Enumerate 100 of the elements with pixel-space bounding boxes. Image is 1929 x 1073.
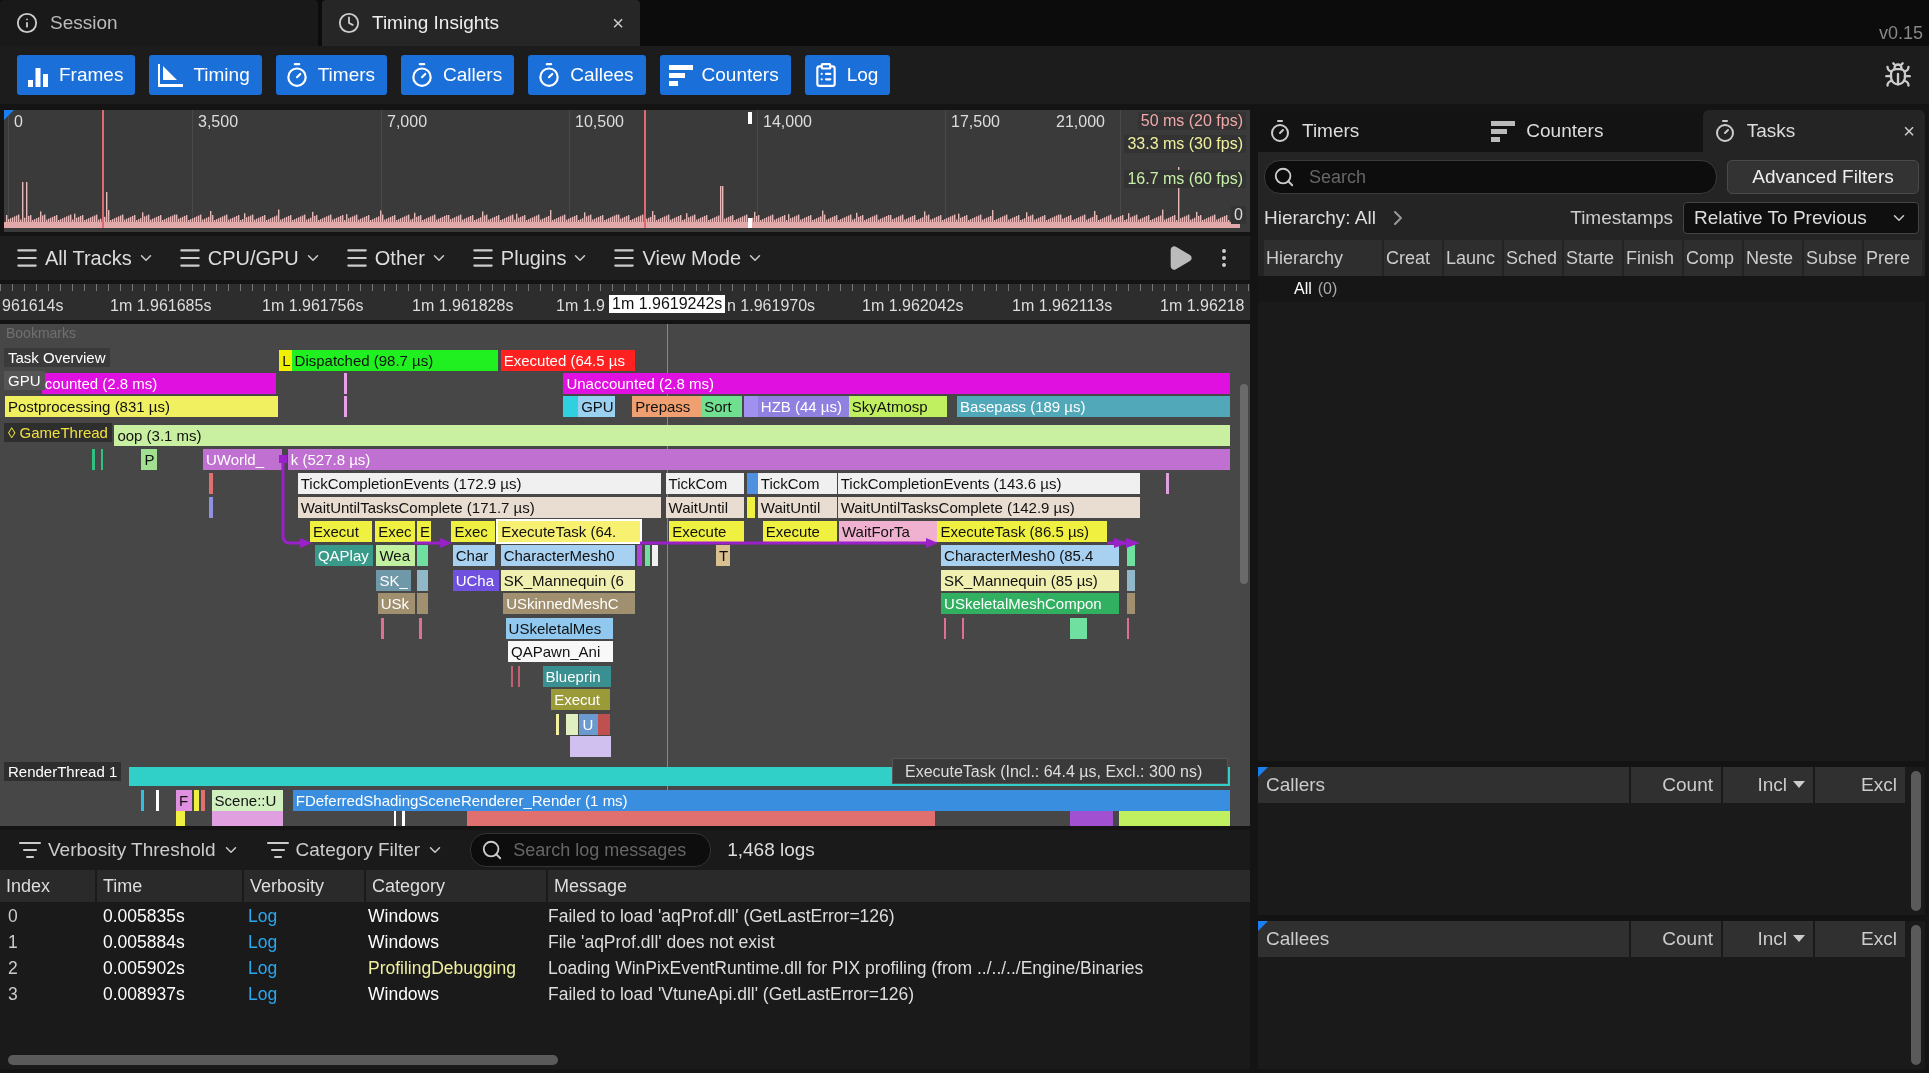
event-bar[interactable] bbox=[1070, 617, 1088, 639]
document-tab[interactable]: Timing Insights × bbox=[322, 0, 640, 46]
advanced-filters-button[interactable]: Advanced Filters bbox=[1727, 160, 1919, 194]
timeline-event[interactable]: Blueprin bbox=[542, 665, 612, 687]
timeline-event[interactable]: Execute bbox=[669, 520, 745, 542]
timeline-event[interactable]: Scene::U bbox=[211, 790, 283, 812]
event-bar[interactable] bbox=[563, 396, 579, 418]
event-bar[interactable] bbox=[652, 545, 659, 567]
event-bar[interactable] bbox=[1126, 569, 1136, 591]
timeline-event[interactable]: Wea bbox=[376, 545, 415, 567]
timeline-event[interactable]: SK_Mannequin (85 µs) bbox=[941, 569, 1120, 591]
timeline-event[interactable]: CharacterMesh0 (85.4 bbox=[941, 545, 1120, 567]
event-bar[interactable] bbox=[417, 545, 429, 567]
column-header[interactable]: Prere bbox=[1864, 240, 1922, 276]
timeline-event[interactable]: UCha bbox=[452, 569, 500, 591]
event-bar[interactable] bbox=[156, 790, 159, 812]
column-header[interactable]: Verbosity bbox=[244, 870, 364, 902]
column-header[interactable]: Index bbox=[0, 870, 95, 902]
event-bar[interactable] bbox=[393, 811, 397, 826]
column-header[interactable]: Launc bbox=[1444, 240, 1502, 276]
search-field[interactable]: Search log messages bbox=[470, 833, 712, 867]
track-label[interactable]: Task Overview bbox=[4, 348, 110, 367]
timeline-event[interactable]: Executed (64.5 µs bbox=[500, 349, 635, 371]
timeline-event[interactable]: ExecuteTask (86.5 µs) bbox=[937, 520, 1108, 542]
timeline-event[interactable]: CharacterMesh0 bbox=[500, 545, 635, 567]
search-input[interactable]: Search log messages bbox=[511, 838, 701, 862]
menu-button[interactable]: All Tracks bbox=[14, 245, 155, 271]
timeline-event[interactable]: Exec bbox=[375, 520, 415, 542]
hierarchy-label[interactable]: Hierarchy: All bbox=[1264, 207, 1376, 229]
toolbar-button[interactable]: Callees bbox=[528, 55, 646, 95]
scrollbar[interactable] bbox=[1911, 771, 1921, 911]
column-header[interactable]: Neste bbox=[1744, 240, 1802, 276]
event-bar[interactable] bbox=[141, 790, 144, 812]
event-bar[interactable] bbox=[344, 396, 347, 418]
timeline-event[interactable]: GPU bbox=[578, 396, 616, 418]
column-header[interactable]: Excl bbox=[1815, 921, 1905, 957]
event-bar[interactable] bbox=[565, 713, 579, 735]
timeline-event[interactable]: TickCom bbox=[665, 472, 745, 494]
column-header[interactable]: Category bbox=[366, 870, 546, 902]
column-header[interactable]: Message bbox=[548, 870, 1250, 902]
timeline-event[interactable]: Execut bbox=[310, 520, 372, 542]
event-bar[interactable] bbox=[569, 736, 612, 757]
timeline-event[interactable]: P bbox=[141, 449, 158, 471]
timeline-event[interactable]: E bbox=[417, 520, 431, 542]
toolbar-button[interactable]: Frames bbox=[17, 55, 136, 95]
column-header[interactable]: Creat bbox=[1384, 240, 1442, 276]
timeline-event[interactable]: TickCompletionEvents (172.9 µs) bbox=[297, 472, 661, 494]
column-header[interactable]: Comp bbox=[1684, 240, 1742, 276]
timeline-event[interactable]: TickCompletionEvents (143.6 µs) bbox=[837, 472, 1141, 494]
event-bar[interactable] bbox=[175, 811, 185, 826]
toolbar-button[interactable]: Log bbox=[804, 55, 891, 95]
toolbar-button[interactable]: Timers bbox=[275, 55, 388, 95]
timeline-event[interactable]: WaitUntilTasksComplete (171.7 µs) bbox=[297, 497, 661, 519]
timeline-event[interactable]: ExecuteTask (64. bbox=[498, 520, 640, 542]
timeline-event[interactable]: QAPawn_Ani bbox=[508, 641, 613, 663]
filter-button[interactable]: Category Filter bbox=[265, 838, 445, 862]
timeline-event[interactable]: L bbox=[279, 349, 292, 371]
timeline-event[interactable]: counted (2.8 ms) bbox=[41, 373, 276, 394]
event-bar[interactable] bbox=[644, 545, 650, 567]
column-header[interactable]: Subse bbox=[1804, 240, 1862, 276]
panel-tab[interactable]: Tasks × bbox=[1702, 110, 1925, 152]
toolbar-button[interactable]: Callers bbox=[401, 55, 515, 95]
event-bar[interactable] bbox=[1166, 472, 1169, 494]
timestamps-dropdown[interactable]: Relative To Previous bbox=[1683, 202, 1919, 234]
timeline-event[interactable]: Sort bbox=[701, 396, 742, 418]
document-tab[interactable]: Session bbox=[0, 0, 318, 46]
column-header[interactable]: Callers bbox=[1258, 767, 1629, 803]
timeline-event[interactable]: Postprocessing (831 µs) bbox=[4, 396, 278, 418]
toolbar-button[interactable]: Timing bbox=[149, 55, 262, 95]
event-bar[interactable] bbox=[1126, 545, 1136, 567]
column-header[interactable]: Finish bbox=[1624, 240, 1682, 276]
timeline-event[interactable]: SkyAtmosp bbox=[848, 396, 948, 418]
event-bar[interactable] bbox=[194, 790, 200, 812]
scrollbar[interactable] bbox=[1911, 925, 1921, 1065]
timeline-event[interactable]: Exec bbox=[451, 520, 495, 542]
time-ruler[interactable]: 961614s 1m 1.961685s 1m 1.961756s 1m 1.961828s 1m 1.9 1m 1.9619242s n 1.961970s 1m 1.962042s 1m 1.962113s 1m 1.96218 bbox=[0, 284, 1250, 320]
menu-button[interactable]: Plugins bbox=[469, 245, 590, 271]
timeline-event[interactable]: WaitUntil bbox=[757, 497, 837, 519]
column-header[interactable]: Incl bbox=[1723, 921, 1813, 957]
timeline-event[interactable]: Execute bbox=[762, 520, 837, 542]
column-header[interactable]: Excl bbox=[1815, 767, 1905, 803]
timeline-event[interactable]: Dispatched (98.7 µs) bbox=[291, 349, 499, 371]
track-label[interactable]: GPU bbox=[4, 371, 45, 390]
menu-button[interactable]: View Mode bbox=[611, 245, 765, 271]
timeline-event[interactable]: F bbox=[175, 790, 192, 812]
toolbar-button[interactable]: Counters bbox=[659, 55, 791, 95]
timeline-event[interactable]: WaitForTa bbox=[839, 520, 938, 542]
column-header[interactable]: Time bbox=[97, 870, 242, 902]
scrollbar[interactable] bbox=[8, 1055, 558, 1065]
timeline-event[interactable]: USkeletalMes bbox=[505, 617, 613, 639]
panel-tab[interactable]: Timers bbox=[1258, 110, 1481, 152]
timeline-event[interactable]: Prepass bbox=[632, 396, 702, 418]
timeline-event[interactable]: TickCom bbox=[757, 472, 837, 494]
timeline-event[interactable]: Unaccounted (2.8 ms) bbox=[563, 373, 1231, 394]
bug-icon[interactable] bbox=[1884, 61, 1912, 89]
timeline-event[interactable]: oop (3.1 ms) bbox=[114, 424, 1231, 446]
track-label[interactable]: ◊ GameThread bbox=[4, 423, 112, 442]
menu-button[interactable]: CPU/GPU bbox=[176, 245, 322, 271]
panel-tab[interactable]: Counters bbox=[1480, 110, 1703, 152]
filter-button[interactable]: Verbosity Threshold bbox=[18, 838, 240, 862]
